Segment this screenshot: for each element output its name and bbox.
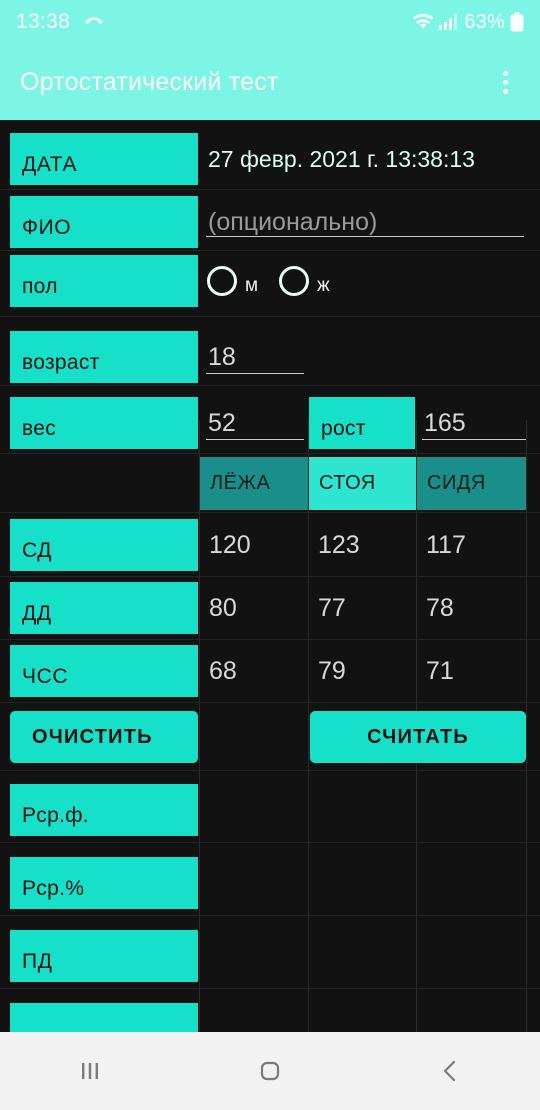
hr-value-sitting[interactable]: 71: [426, 645, 521, 697]
sbp-label: СД: [10, 519, 198, 571]
page-title: Ортостатический тест: [20, 67, 279, 96]
pulse-pressure-value-standing[interactable]: [318, 930, 413, 982]
battery-percent-label: 63%: [464, 10, 505, 33]
android-nav-bar: [0, 1032, 540, 1110]
sbp-value-standing[interactable]: 123: [318, 519, 413, 571]
row-divider: [0, 316, 540, 317]
mean-pressure-pct-value-standing[interactable]: [318, 857, 413, 909]
weight-input[interactable]: 52: [208, 397, 298, 449]
pulse-pressure-value-lying[interactable]: [209, 930, 304, 982]
wifi-icon: [412, 13, 434, 31]
form-content: ДАТА 27 февр. 2021 г. 13:38:13 ФИО (опци…: [0, 120, 540, 1032]
battery-icon: [510, 12, 524, 32]
fullname-underline: [206, 236, 524, 237]
overflow-menu-icon[interactable]: [490, 62, 520, 102]
height-underline: [422, 439, 526, 440]
row-divider: [0, 512, 540, 513]
mean-pressure-pct-value-sitting[interactable]: [426, 857, 521, 909]
age-underline: [206, 373, 304, 374]
row-divider: [0, 576, 540, 577]
hr-label: ЧСС: [10, 645, 198, 697]
hr-value-lying[interactable]: 68: [209, 645, 304, 697]
sex-radio-male-label: м: [245, 275, 259, 296]
sbp-value-sitting[interactable]: 117: [426, 519, 521, 571]
height-label: рост: [309, 397, 415, 449]
sex-radio-female[interactable]: [279, 266, 309, 296]
date-label: ДАТА: [10, 133, 198, 185]
next-row-label-partial: [10, 1003, 198, 1032]
column-header-lying[interactable]: ЛЁЖА: [200, 457, 308, 510]
dbp-value-sitting[interactable]: 78: [426, 582, 521, 634]
mean-pressure-abs-value-sitting[interactable]: [426, 784, 521, 836]
row-divider: [0, 453, 540, 454]
phone-screen: 13:38 63% Ортостатический тест ДАТА 27 ф…: [0, 0, 540, 1110]
column-header-sitting[interactable]: СИДЯ: [417, 457, 526, 510]
status-bar-right-icons: 63%: [412, 11, 524, 34]
mean-pressure-abs-label: Рср.ф.: [10, 784, 198, 836]
fullname-input[interactable]: (опционально): [208, 196, 524, 248]
calculate-button[interactable]: СЧИТАТЬ: [310, 711, 526, 763]
pulse-pressure-value-sitting[interactable]: [426, 930, 521, 982]
sex-radio-male[interactable]: [207, 266, 237, 296]
row-divider: [0, 915, 540, 916]
mean-pressure-abs-value-lying[interactable]: [209, 784, 304, 836]
pulse-pressure-label: ПД: [10, 930, 198, 982]
app-bar: Ортостатический тест: [0, 44, 540, 120]
dbp-label: ДД: [10, 582, 198, 634]
sex-label: пол: [10, 255, 198, 307]
mean-pressure-abs-value-standing[interactable]: [318, 784, 413, 836]
row-divider: [0, 842, 540, 843]
mean-pressure-pct-value-lying[interactable]: [209, 857, 304, 909]
missed-call-icon: [82, 10, 106, 34]
signal-bars-icon: [439, 13, 459, 31]
back-icon[interactable]: [405, 1041, 495, 1101]
age-input[interactable]: 18: [208, 331, 298, 383]
status-bar-clock: 13:38: [16, 10, 71, 33]
home-icon[interactable]: [225, 1041, 315, 1101]
row-divider: [0, 702, 540, 703]
row-divider: [0, 250, 540, 251]
sex-radio-female-label: ж: [317, 275, 330, 296]
row-divider: [0, 988, 540, 989]
weight-underline: [206, 439, 304, 440]
hr-value-standing[interactable]: 79: [318, 645, 413, 697]
fullname-label: ФИО: [10, 196, 198, 248]
dbp-value-standing[interactable]: 77: [318, 582, 413, 634]
row-divider: [0, 639, 540, 640]
row-divider: [0, 385, 540, 386]
age-label: возраст: [10, 331, 198, 383]
row-divider: [0, 189, 540, 190]
status-bar: 13:38 63%: [0, 0, 540, 44]
height-input[interactable]: 165: [424, 397, 524, 449]
clear-button[interactable]: ОЧИСТИТЬ: [10, 711, 198, 763]
row-divider: [0, 120, 540, 121]
weight-label: вес: [10, 397, 198, 449]
row-divider: [0, 770, 540, 771]
sbp-value-lying[interactable]: 120: [209, 519, 304, 571]
mean-pressure-pct-label: Рср.%: [10, 857, 198, 909]
column-header-standing[interactable]: СТОЯ: [309, 457, 416, 510]
date-value[interactable]: 27 февр. 2021 г. 13:38:13: [208, 133, 528, 185]
dbp-value-lying[interactable]: 80: [209, 582, 304, 634]
recents-icon[interactable]: [45, 1041, 135, 1101]
